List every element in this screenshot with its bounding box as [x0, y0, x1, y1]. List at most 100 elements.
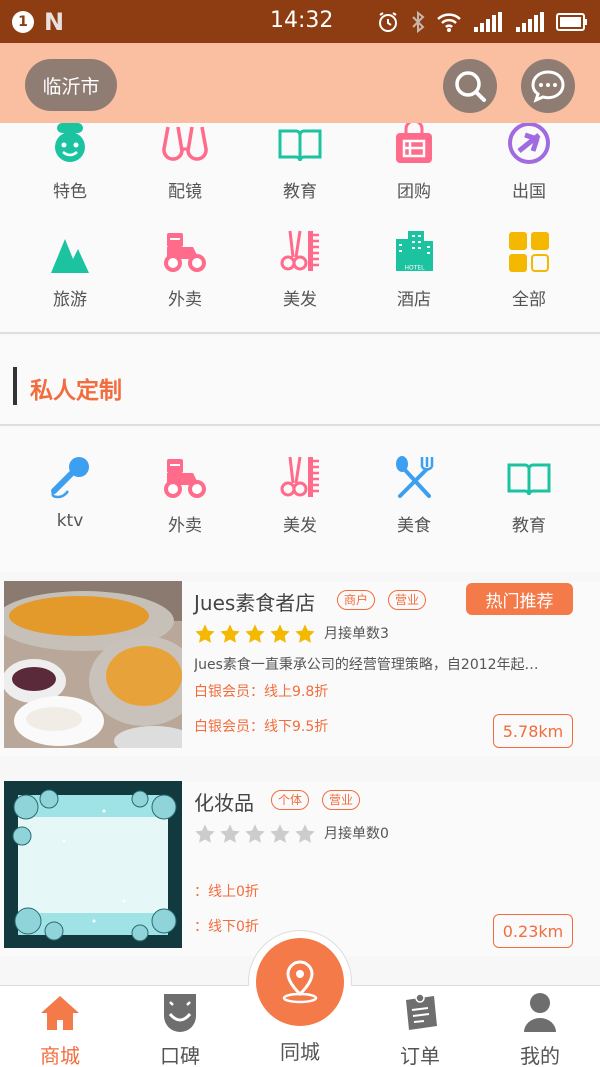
star-filled-icon	[295, 624, 315, 643]
hot-recommend-badge[interactable]: 热门推荐	[466, 583, 573, 615]
shop-status-tag: 营业	[388, 590, 427, 610]
chef-icon	[55, 123, 85, 162]
category-label: 酒店	[397, 290, 431, 310]
fork-spoon-icon	[396, 456, 434, 498]
shop-card[interactable]: Jues素食者店 商户 营业 热门推荐 月接单数3 Jues素食一直秉承公司的经…	[0, 581, 600, 756]
private-category-row: ktv 外卖 美发 美食 教育	[0, 427, 600, 572]
monthly-orders: 月接单数3	[324, 626, 389, 642]
private-category-jiaoyu[interactable]: 教育	[479, 449, 579, 536]
category-tuangou[interactable]: 团购	[364, 115, 464, 202]
message-icon	[531, 70, 565, 103]
section-accent-bar	[13, 367, 17, 405]
category-label: 出国	[512, 182, 546, 202]
member-online-discount: 白银会员：线上9.8折	[194, 684, 329, 700]
city-selector[interactable]: 临沂市	[25, 59, 117, 111]
status-time: 14:32	[270, 8, 334, 33]
star-filled-icon	[245, 624, 265, 643]
star-empty-icon	[270, 824, 290, 843]
rating-stars	[194, 623, 316, 645]
shop-status-tag: 营业	[322, 790, 361, 810]
scissors-comb-icon	[280, 456, 319, 497]
shop-image-cosmetics	[4, 781, 182, 948]
order-icon	[406, 993, 437, 1030]
hotel-sign-text: HOTEL	[404, 265, 425, 272]
tab-wode[interactable]: 我的	[480, 986, 600, 1067]
category-label: ktv	[56, 511, 84, 531]
private-category-ktv[interactable]: ktv	[20, 449, 120, 531]
hotel-icon: HOTEL	[396, 231, 433, 272]
private-category-meifa[interactable]: 美发	[250, 449, 350, 536]
private-category-waimai[interactable]: 外卖	[135, 449, 235, 536]
tab-tongcheng[interactable]	[256, 938, 344, 1026]
category-label: 外卖	[168, 516, 202, 536]
message-button[interactable]	[521, 59, 575, 113]
user-icon	[524, 993, 556, 1032]
book-icon	[278, 129, 322, 162]
category-waimai[interactable]: 外卖	[135, 223, 235, 310]
glasses-icon	[162, 126, 208, 161]
category-label: 美食	[397, 516, 431, 536]
category-peijing[interactable]: 配镜	[135, 115, 235, 202]
home-icon	[41, 996, 79, 1030]
group-buy-icon	[396, 121, 432, 163]
monthly-orders: 月接单数0	[324, 826, 389, 842]
scooter-icon	[164, 459, 206, 498]
shop-image-food	[4, 581, 182, 748]
category-chuguo[interactable]: 出国	[479, 115, 579, 202]
category-label: 配镜	[168, 182, 202, 202]
mountain-icon	[51, 239, 89, 273]
distance-badge: 5.78km	[493, 714, 573, 748]
tab-label-tongcheng: 同城	[280, 1040, 320, 1064]
star-filled-icon	[220, 624, 240, 643]
category-label: 团购	[397, 182, 431, 202]
tab-label: 商城	[40, 1044, 80, 1067]
app-root: 1 N 14:32 临沂市 特色 配镜 教育 团购 出国 旅游 外卖 美发 HO…	[0, 0, 600, 1067]
tab-label: 我的	[520, 1044, 560, 1067]
scooter-icon	[164, 233, 206, 272]
scissors-comb-icon	[280, 230, 319, 271]
category-label: 全部	[512, 290, 546, 310]
status-bar: 1 N 14:32	[0, 0, 600, 43]
n-icon: N	[44, 7, 65, 36]
search-button[interactable]	[443, 59, 497, 113]
shop-description: Jues素食一直秉承公司的经营管理策略，自2012年起…	[194, 657, 539, 673]
category-lvyou[interactable]: 旅游	[20, 223, 120, 310]
wifi-icon	[437, 13, 461, 32]
microphone-icon	[51, 457, 89, 499]
distance-badge: 0.23km	[493, 914, 573, 948]
private-category-meishi[interactable]: 美食	[364, 449, 464, 536]
category-label: 旅游	[53, 290, 87, 310]
tab-shangcheng[interactable]: 商城	[0, 986, 120, 1067]
category-label: 教育	[283, 182, 317, 202]
rating-stars	[194, 823, 316, 845]
face-icon	[164, 994, 196, 1032]
book-icon	[507, 463, 551, 496]
star-filled-icon	[270, 624, 290, 643]
category-grid: 特色 配镜 教育 团购 出国 旅游 外卖 美发 HOTEL 酒店 全部	[0, 121, 600, 333]
star-empty-icon	[245, 824, 265, 843]
divider	[0, 424, 600, 426]
search-icon	[455, 71, 486, 102]
divider	[0, 332, 600, 334]
grid-icon	[509, 232, 549, 272]
shop-type-tag: 个体	[271, 790, 310, 810]
tab-dingdan[interactable]: 订单	[360, 986, 480, 1067]
member-offline-discount: 白银会员：线下9.5折	[194, 719, 329, 735]
member-online-discount: ：线上0折	[194, 884, 259, 900]
category-tese[interactable]: 特色	[20, 115, 120, 202]
location-pin-icon	[282, 960, 318, 1004]
member-offline-discount: ：线下0折	[194, 919, 259, 935]
shop-name: 化妆品	[194, 791, 254, 815]
category-quanbu[interactable]: 全部	[479, 223, 579, 310]
tab-label: 订单	[400, 1044, 440, 1067]
category-meifa[interactable]: 美发	[250, 223, 350, 310]
category-label: 美发	[283, 290, 317, 310]
category-jiaoyu[interactable]: 教育	[250, 115, 350, 202]
category-label: 教育	[512, 516, 546, 536]
category-jiudian[interactable]: HOTEL 酒店	[364, 223, 464, 310]
category-label: 美发	[283, 516, 317, 536]
alarm-icon	[379, 12, 397, 32]
signal-icon-2	[516, 12, 544, 32]
tab-koubei[interactable]: 口碑	[120, 986, 240, 1067]
section-header: 私人定制	[0, 335, 600, 424]
